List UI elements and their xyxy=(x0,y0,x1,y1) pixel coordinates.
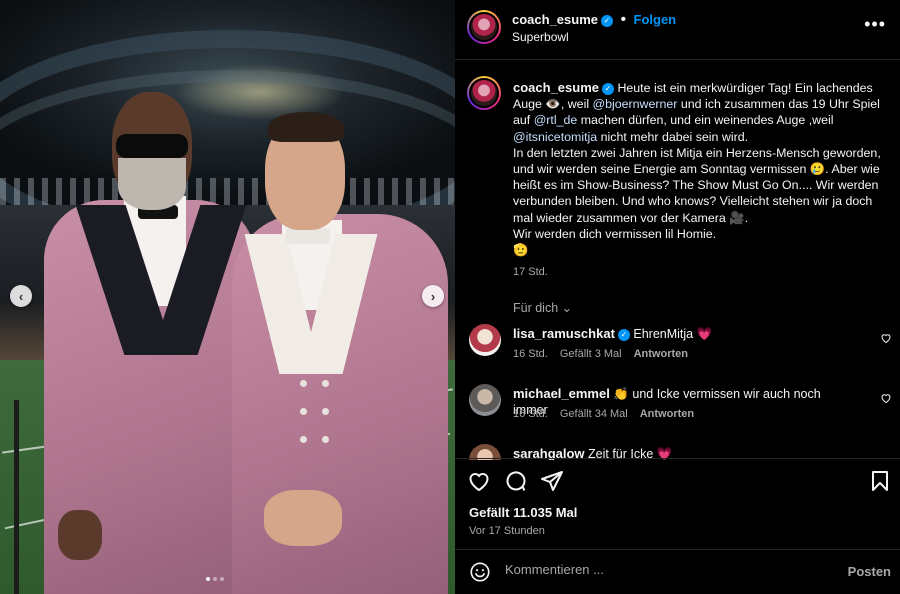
caption-text: coach_esume ✓ Heute ist ein merkwürdiger … xyxy=(513,80,891,280)
comments-scroll-area[interactable]: coach_esume ✓ Heute ist ein merkwürdiger … xyxy=(455,60,900,460)
bookmark-icon[interactable] xyxy=(868,469,892,493)
railing-post xyxy=(14,400,19,594)
verified-icon: ✓ xyxy=(601,15,613,27)
comment-text: EhrenMitja xyxy=(633,327,694,341)
post-location[interactable]: Superbowl xyxy=(512,30,569,44)
post-photo[interactable]: ‹ › xyxy=(0,0,455,594)
like-comment-heart-icon[interactable] xyxy=(880,332,892,344)
caption-timestamp[interactable]: 17 Std. xyxy=(513,264,548,280)
post-time[interactable]: Vor 17 Stunden xyxy=(469,525,545,537)
commenter-avatar[interactable] xyxy=(469,324,501,356)
post-panel: coach_esume ✓ • Folgen Superbowl ••• coac… xyxy=(455,0,900,594)
caption-author-avatar[interactable] xyxy=(467,76,501,110)
comment-time[interactable]: 16 Std. xyxy=(513,348,548,360)
face-emoji-icon: 🫡 xyxy=(513,243,529,258)
comment-input[interactable] xyxy=(505,562,805,577)
mention-link[interactable]: @rtl_de xyxy=(534,113,578,127)
emoji-smile-icon[interactable] xyxy=(469,561,491,583)
like-heart-icon[interactable] xyxy=(467,469,491,493)
author-username[interactable]: coach_esume xyxy=(512,12,598,27)
carousel-prev-button[interactable]: ‹ xyxy=(10,285,32,307)
chevron-left-icon: ‹ xyxy=(18,288,24,304)
comment-username[interactable]: michael_emmel xyxy=(513,386,610,401)
share-send-icon[interactable] xyxy=(540,469,564,493)
comment-bubble-icon[interactable] xyxy=(504,469,528,493)
carousel-next-button[interactable]: › xyxy=(422,285,444,307)
like-comment-heart-icon[interactable] xyxy=(880,392,892,404)
mention-link[interactable]: @itsnicetomitja xyxy=(513,130,597,144)
chevron-right-icon: › xyxy=(430,288,436,304)
carousel-dots xyxy=(206,577,224,581)
reply-button[interactable]: Antworten xyxy=(634,348,688,360)
camera-emoji-icon: 🎥 xyxy=(729,210,745,225)
post-actions: Gefällt 11.035 Mal Vor 17 Stunden Posten xyxy=(455,458,900,594)
post-header: coach_esume ✓ • Folgen Superbowl ••• xyxy=(455,0,900,60)
comment-likes[interactable]: Gefällt 34 Mal xyxy=(560,408,628,420)
comment-time[interactable]: 16 Std. xyxy=(513,408,548,420)
verified-icon: ✓ xyxy=(602,83,614,95)
author-avatar[interactable] xyxy=(467,10,501,44)
likes-count[interactable]: Gefällt 11.035 Mal xyxy=(469,505,577,520)
clap-emoji-icon: 👏 xyxy=(613,387,629,401)
follow-button[interactable]: Folgen xyxy=(634,12,677,27)
reply-button[interactable]: Antworten xyxy=(640,408,694,420)
eye-emoji-icon: 👁️ xyxy=(545,97,561,112)
stadium-lights xyxy=(0,178,455,208)
verified-icon: ✓ xyxy=(617,329,630,341)
heart-emoji-icon: 💗 xyxy=(696,327,713,341)
comment-username[interactable]: lisa_ramuschkat xyxy=(513,326,615,341)
post-comment-button[interactable]: Posten xyxy=(848,564,891,579)
comment-bar: Posten xyxy=(455,549,900,594)
sad-face-emoji-icon: 🥲 xyxy=(809,162,826,177)
for-you-toggle[interactable]: Für dich ⌄ xyxy=(513,300,572,315)
caption-author-username[interactable]: coach_esume xyxy=(513,80,599,95)
chevron-down-icon: ⌄ xyxy=(561,301,573,315)
mention-link[interactable]: @bjoernwerner xyxy=(593,97,678,111)
commenter-avatar[interactable] xyxy=(469,384,501,416)
more-options-icon[interactable]: ••• xyxy=(864,14,886,35)
comment-likes[interactable]: Gefällt 3 Mal xyxy=(560,348,622,360)
